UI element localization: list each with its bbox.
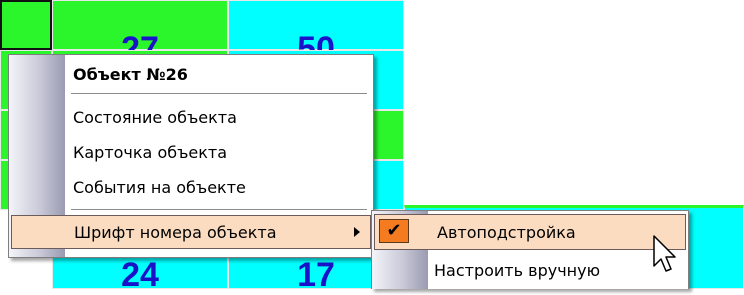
submenu-item-label: Автоподстройка	[437, 223, 576, 242]
submenu-arrow-icon	[354, 227, 360, 237]
grid-cell-object-50[interactable]: 50	[228, 0, 404, 68]
menu-item-label: Шрифт номера объекта	[74, 223, 277, 242]
mouse-cursor-icon	[653, 235, 676, 272]
menu-item-number-font[interactable]: Шрифт номера объекта	[11, 215, 371, 249]
submenu-item-autoadjust[interactable]: ✔ Автоподстройка	[374, 214, 686, 250]
menu-separator	[71, 93, 367, 94]
menu-header-object: Объект №26	[9, 58, 373, 92]
checkmark-icon: ✔	[379, 219, 409, 243]
menu-header-label: Объект №26	[73, 65, 188, 84]
grid-cell-object-27[interactable]: 27	[52, 0, 228, 68]
object-number: 24	[121, 256, 159, 294]
menu-item-object-card[interactable]: Карточка объекта	[9, 136, 373, 170]
submenu-item-label: Настроить вручную	[434, 261, 601, 280]
menu-item-label: Состояние объекта	[73, 108, 237, 127]
menu-item-object-events[interactable]: События на объекте	[9, 171, 373, 205]
menu-item-label: События на объекте	[73, 178, 246, 197]
menu-item-object-state[interactable]: Состояние объекта	[9, 101, 373, 135]
context-menu: Объект №26 Состояние объекта Карточка об…	[8, 54, 374, 258]
menu-separator	[71, 209, 367, 210]
grid-cell[interactable]	[0, 0, 52, 50]
submenu-item-manual[interactable]: Настроить вручную	[372, 253, 688, 287]
submenu: ✔ Автоподстройка Настроить вручную	[371, 210, 689, 289]
menu-item-label: Карточка объекта	[73, 143, 228, 162]
